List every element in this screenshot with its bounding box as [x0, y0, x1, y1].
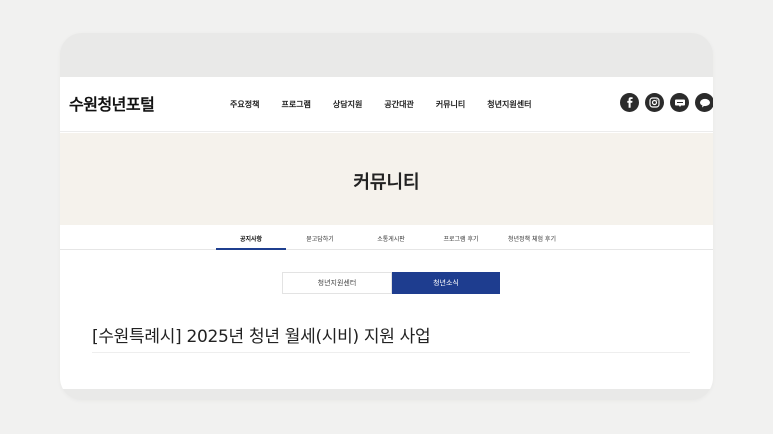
nav-item-policy[interactable]: 주요정책 — [230, 99, 259, 110]
nav-item-space-rental[interactable]: 공간대관 — [384, 99, 413, 110]
page-title: 커뮤니티 — [353, 172, 420, 193]
instagram-icon[interactable] — [645, 93, 664, 112]
nav-item-counseling[interactable]: 상담지원 — [333, 99, 362, 110]
tab-notice[interactable]: 공지사항 — [216, 234, 286, 243]
blog-icon[interactable] — [670, 93, 689, 112]
browser-frame: 수원청년포털 주요정책 프로그램 상담지원 공간대관 커뮤니티 청년지원센터 커… — [60, 33, 713, 400]
news-source-toggle: 청년지원센터 청년소식 — [282, 272, 500, 294]
nav-item-community[interactable]: 커뮤니티 — [436, 99, 465, 110]
web-page: 수원청년포털 주요정책 프로그램 상담지원 공간대관 커뮤니티 청년지원센터 커… — [60, 77, 713, 389]
site-logo[interactable]: 수원청년포털 — [69, 91, 155, 115]
main-nav: 주요정책 프로그램 상담지원 공간대관 커뮤니티 청년지원센터 — [230, 99, 553, 110]
article-title: [수원특례시] 2025년 청년 월세(시비) 지원 사업 — [92, 327, 431, 347]
tab-board[interactable]: 소통게시판 — [358, 234, 424, 243]
tab-program-review[interactable]: 프로그램 후기 — [428, 234, 494, 243]
community-tabs: 공지사항 묻고답하기 소통게시판 프로그램 후기 청년정책 체험 후기 — [60, 225, 713, 250]
facebook-icon[interactable] — [620, 93, 639, 112]
active-tab-indicator — [216, 248, 286, 250]
title-divider — [92, 352, 690, 353]
nav-item-program[interactable]: 프로그램 — [281, 99, 310, 110]
toggle-youth-center[interactable]: 청년지원센터 — [282, 272, 392, 294]
sns-links — [620, 93, 713, 112]
tab-qna[interactable]: 묻고답하기 — [287, 234, 353, 243]
hero-banner: 커뮤니티 — [60, 133, 713, 225]
talk-icon[interactable] — [695, 93, 713, 112]
tab-policy-review[interactable]: 청년정책 체험 후기 — [494, 234, 570, 243]
nav-item-youth-center[interactable]: 청년지원센터 — [487, 99, 531, 110]
site-header: 수원청년포털 주요정책 프로그램 상담지원 공간대관 커뮤니티 청년지원센터 — [60, 77, 713, 132]
toggle-youth-news[interactable]: 청년소식 — [392, 272, 500, 294]
